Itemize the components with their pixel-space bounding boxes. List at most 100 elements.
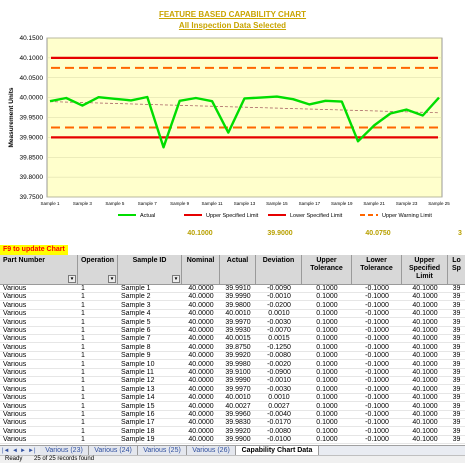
cell-actual[interactable]: 39.9980 — [220, 361, 256, 369]
cell-part-number[interactable]: Various — [0, 302, 78, 310]
cell-nominal[interactable]: 40.0000 — [182, 352, 220, 361]
cell-nominal[interactable]: 40.0000 — [182, 293, 220, 302]
cell-sample-id[interactable]: Sample 1 — [118, 285, 182, 293]
cell-upper-tolerance[interactable]: 0.1000 — [302, 285, 352, 293]
cell-nominal[interactable]: 40.0000 — [182, 369, 220, 377]
cell-nominal[interactable]: 40.0000 — [182, 419, 220, 428]
cell-actual[interactable]: 39.9910 — [220, 285, 256, 293]
cell-nominal[interactable]: 40.0000 — [182, 344, 220, 352]
cell-sample-id[interactable]: Sample 5 — [118, 319, 182, 327]
cell-upper-tolerance[interactable]: 0.1000 — [302, 361, 352, 369]
cell-part-number[interactable]: Various — [0, 293, 78, 302]
cell-actual[interactable]: 40.0015 — [220, 335, 256, 344]
cell-operation[interactable]: 1 — [78, 377, 118, 386]
cell-upper-tolerance[interactable]: 0.1000 — [302, 344, 352, 352]
cell-nominal[interactable]: 40.0000 — [182, 310, 220, 319]
cell-actual[interactable]: 39.9930 — [220, 327, 256, 335]
cell-nominal[interactable]: 40.0000 — [182, 386, 220, 394]
cell-lower-tolerance[interactable]: -0.1000 — [352, 377, 402, 386]
cell-nominal[interactable]: 40.0000 — [182, 327, 220, 335]
cell-part-number[interactable]: Various — [0, 285, 78, 293]
cell-lower-tolerance[interactable]: -0.1000 — [352, 419, 402, 428]
cell-operation[interactable]: 1 — [78, 428, 118, 436]
cell-part-number[interactable]: Various — [0, 319, 78, 327]
cell-upper-spec-limit[interactable]: 40.1000 — [402, 310, 448, 319]
tab-various-25[interactable]: Various (25) — [138, 446, 187, 455]
cell-nominal[interactable]: 40.0000 — [182, 403, 220, 411]
cell-part-number[interactable]: Various — [0, 394, 78, 403]
cell-upper-tolerance[interactable]: 0.1000 — [302, 327, 352, 335]
cell-lower-spec-limit[interactable]: 39 — [448, 436, 465, 445]
cell-deviation[interactable]: -0.0900 — [256, 369, 302, 377]
cell-lower-spec-limit[interactable]: 39 — [448, 344, 465, 352]
cell-upper-tolerance[interactable]: 0.1000 — [302, 302, 352, 310]
cell-lower-tolerance[interactable]: -0.1000 — [352, 386, 402, 394]
cell-lower-spec-limit[interactable]: 39 — [448, 386, 465, 394]
cell-lower-spec-limit[interactable]: 39 — [448, 310, 465, 319]
cell-lower-tolerance[interactable]: -0.1000 — [352, 335, 402, 344]
header-part-number[interactable]: Part Number ▾ — [0, 255, 78, 285]
cell-upper-spec-limit[interactable]: 40.1000 — [402, 369, 448, 377]
cell-nominal[interactable]: 40.0000 — [182, 394, 220, 403]
cell-lower-spec-limit[interactable]: 39 — [448, 377, 465, 386]
cell-nominal[interactable]: 40.0000 — [182, 428, 220, 436]
cell-nominal[interactable]: 40.0000 — [182, 377, 220, 386]
cell-lower-tolerance[interactable]: -0.1000 — [352, 394, 402, 403]
cell-deviation[interactable]: -0.0090 — [256, 285, 302, 293]
cell-upper-tolerance[interactable]: 0.1000 — [302, 293, 352, 302]
tab-various-24[interactable]: Various (24) — [89, 446, 138, 455]
cell-sample-id[interactable]: Sample 11 — [118, 369, 182, 377]
cell-deviation[interactable]: 0.0010 — [256, 394, 302, 403]
cell-sample-id[interactable]: Sample 16 — [118, 411, 182, 419]
header-upper-specified-limit[interactable]: Upper Specified Limit — [402, 255, 448, 285]
cell-actual[interactable]: 39.9900 — [220, 436, 256, 445]
cell-actual[interactable]: 39.9970 — [220, 319, 256, 327]
header-deviation[interactable]: Deviation — [256, 255, 302, 285]
cell-actual[interactable]: 40.0010 — [220, 310, 256, 319]
cell-lower-spec-limit[interactable]: 39 — [448, 352, 465, 361]
cell-nominal[interactable]: 40.0000 — [182, 361, 220, 369]
prev-sheet-icon[interactable]: ◄ — [12, 447, 18, 455]
cell-operation[interactable]: 1 — [78, 361, 118, 369]
cell-part-number[interactable]: Various — [0, 361, 78, 369]
cell-actual[interactable]: 39.9800 — [220, 302, 256, 310]
cell-nominal[interactable]: 40.0000 — [182, 285, 220, 293]
cell-lower-spec-limit[interactable]: 39 — [448, 327, 465, 335]
cell-operation[interactable]: 1 — [78, 411, 118, 419]
cell-part-number[interactable]: Various — [0, 344, 78, 352]
cell-actual[interactable]: 39.8750 — [220, 344, 256, 352]
cell-part-number[interactable]: Various — [0, 352, 78, 361]
cell-deviation[interactable]: -0.0070 — [256, 327, 302, 335]
cell-upper-tolerance[interactable]: 0.1000 — [302, 369, 352, 377]
cell-upper-spec-limit[interactable]: 40.1000 — [402, 335, 448, 344]
cell-upper-tolerance[interactable]: 0.1000 — [302, 310, 352, 319]
cell-sample-id[interactable]: Sample 18 — [118, 428, 182, 436]
cell-sample-id[interactable]: Sample 4 — [118, 310, 182, 319]
cell-upper-spec-limit[interactable]: 40.1000 — [402, 428, 448, 436]
cell-operation[interactable]: 1 — [78, 335, 118, 344]
cell-deviation[interactable]: 0.0027 — [256, 403, 302, 411]
cell-upper-spec-limit[interactable]: 40.1000 — [402, 419, 448, 428]
cell-lower-spec-limit[interactable]: 39 — [448, 335, 465, 344]
cell-upper-tolerance[interactable]: 0.1000 — [302, 377, 352, 386]
cell-upper-spec-limit[interactable]: 40.1000 — [402, 293, 448, 302]
cell-operation[interactable]: 1 — [78, 394, 118, 403]
next-sheet-icon[interactable]: ► — [20, 447, 26, 455]
cell-actual[interactable]: 39.9960 — [220, 411, 256, 419]
cell-nominal[interactable]: 40.0000 — [182, 411, 220, 419]
cell-upper-tolerance[interactable]: 0.1000 — [302, 419, 352, 428]
cell-upper-spec-limit[interactable]: 40.1000 — [402, 327, 448, 335]
cell-actual[interactable]: 40.0010 — [220, 394, 256, 403]
filter-icon[interactable]: ▾ — [68, 275, 76, 283]
cell-deviation[interactable]: -0.0100 — [256, 436, 302, 445]
cell-sample-id[interactable]: Sample 10 — [118, 361, 182, 369]
cell-operation[interactable]: 1 — [78, 344, 118, 352]
cell-sample-id[interactable]: Sample 19 — [118, 436, 182, 445]
cell-part-number[interactable]: Various — [0, 386, 78, 394]
cell-part-number[interactable]: Various — [0, 403, 78, 411]
cell-upper-spec-limit[interactable]: 40.1000 — [402, 403, 448, 411]
cell-lower-tolerance[interactable]: -0.1000 — [352, 319, 402, 327]
tab-various-23[interactable]: Various (23) — [40, 446, 89, 455]
cell-operation[interactable]: 1 — [78, 436, 118, 445]
cell-actual[interactable]: 39.9920 — [220, 352, 256, 361]
